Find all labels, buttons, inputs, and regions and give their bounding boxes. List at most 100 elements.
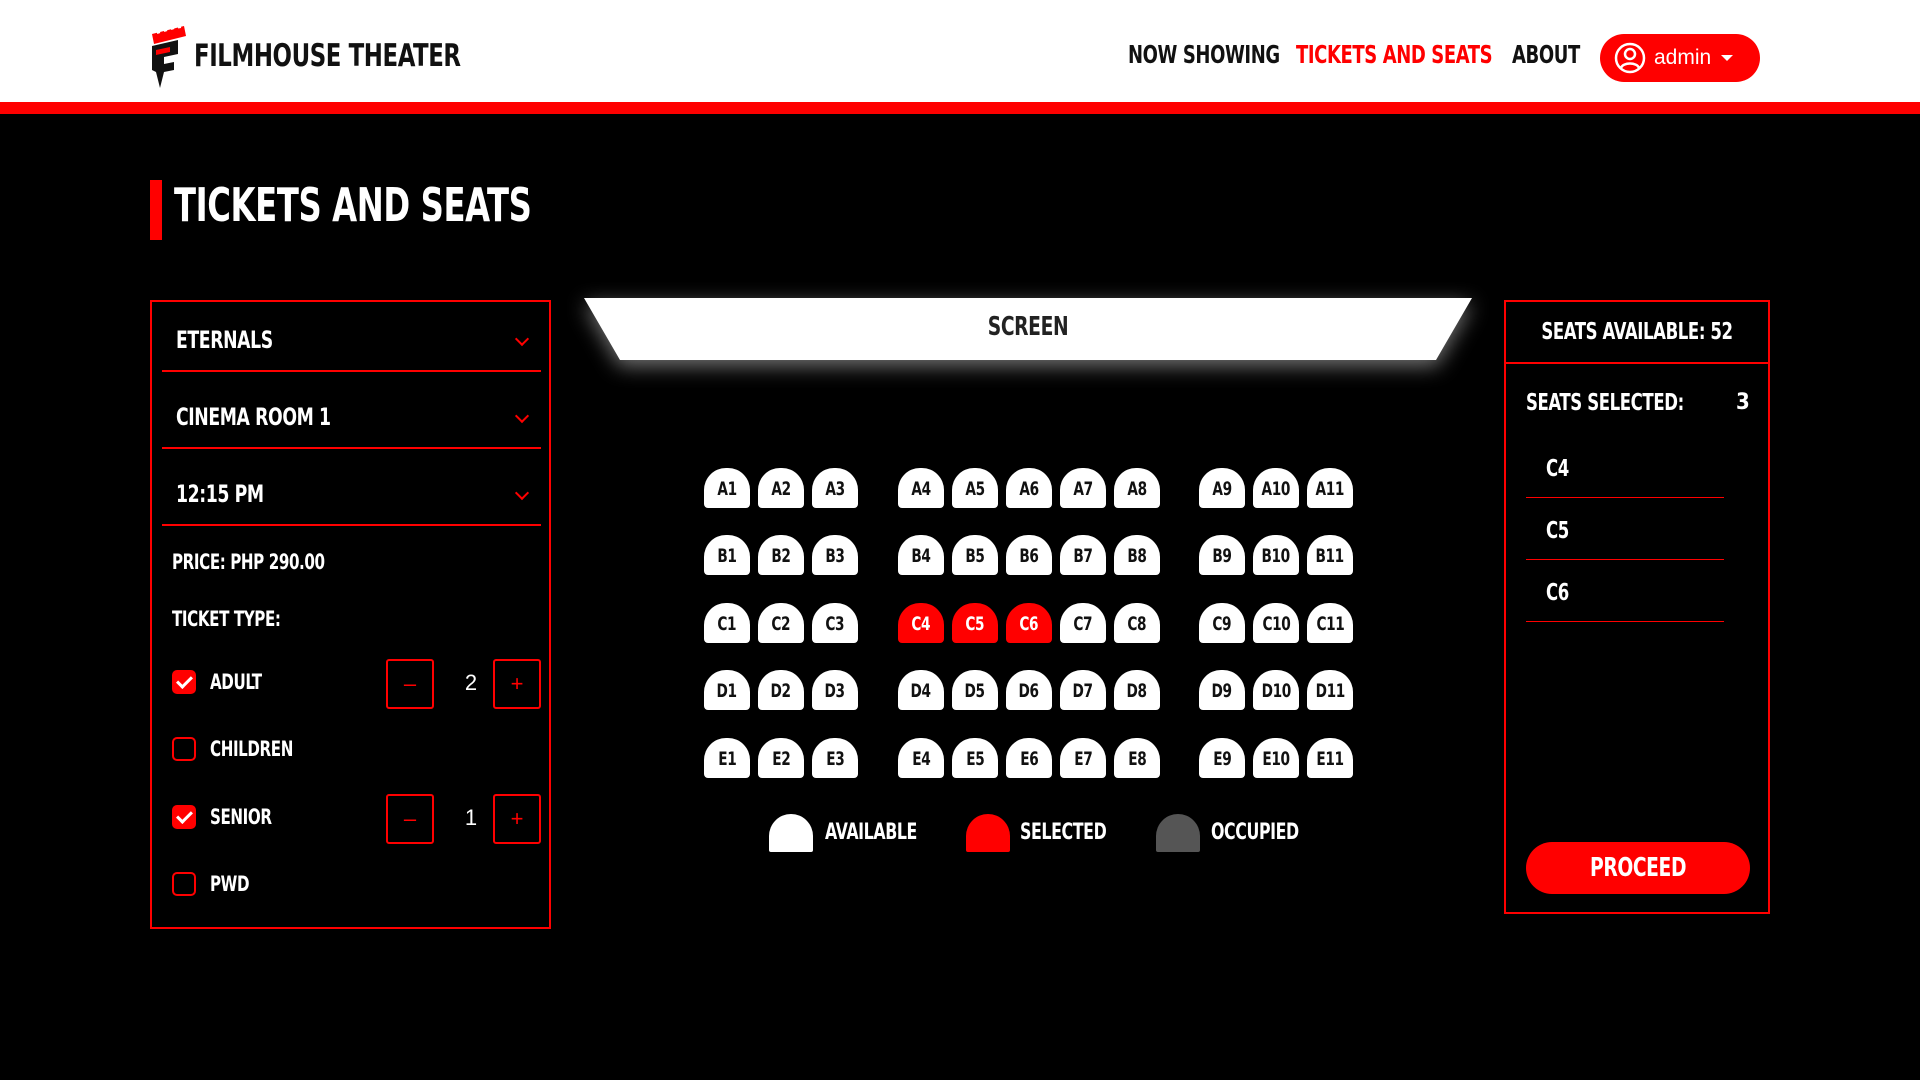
seat-b9[interactable]: B9 [1199, 535, 1245, 575]
seat-label: B10 [1261, 545, 1291, 567]
ticket-type-name: CHILDREN [210, 737, 293, 761]
seat-a3[interactable]: A3 [812, 468, 858, 508]
seat-a11[interactable]: A11 [1307, 468, 1353, 508]
seat-d9[interactable]: D9 [1199, 670, 1245, 710]
adult-decrement-button[interactable]: – [386, 659, 434, 709]
user-menu-button[interactable]: admin [1600, 34, 1760, 82]
seat-c9[interactable]: C9 [1199, 603, 1245, 643]
ticket-type-label: TICKET TYPE: [172, 607, 281, 631]
seat-e11[interactable]: E11 [1307, 738, 1353, 778]
pwd-checkbox[interactable] [172, 872, 196, 896]
time-select[interactable]: 12:15 PM [162, 460, 541, 526]
seat-b6[interactable]: B6 [1006, 535, 1052, 575]
seat-e10[interactable]: E10 [1253, 738, 1299, 778]
seat-label: C4 [911, 613, 931, 635]
brand-logo[interactable]: FILMHOUSE THEATER [148, 24, 519, 88]
seat-label: C6 [1019, 613, 1039, 635]
seat-c10[interactable]: C10 [1253, 603, 1299, 643]
seat-b10[interactable]: B10 [1253, 535, 1299, 575]
seat-d2[interactable]: D2 [758, 670, 804, 710]
seat-e9[interactable]: E9 [1199, 738, 1245, 778]
seat-d7[interactable]: D7 [1060, 670, 1106, 710]
seat-c5[interactable]: C5 [952, 603, 998, 643]
seat-a6[interactable]: A6 [1006, 468, 1052, 508]
seat-e1[interactable]: E1 [704, 738, 750, 778]
seat-b4[interactable]: B4 [898, 535, 944, 575]
seat-label: D11 [1315, 680, 1345, 702]
seat-e7[interactable]: E7 [1060, 738, 1106, 778]
seat-label: C1 [717, 613, 737, 635]
page-title: TICKETS AND SEATS [174, 178, 532, 232]
price-label: PRICE: PHP 290.00 [172, 550, 325, 574]
senior-increment-button[interactable]: + [493, 794, 541, 844]
seat-b2[interactable]: B2 [758, 535, 804, 575]
seat-d4[interactable]: D4 [898, 670, 944, 710]
seat-e3[interactable]: E3 [812, 738, 858, 778]
ticket-type-children: CHILDREN [172, 723, 542, 773]
seat-label: E5 [965, 748, 985, 770]
top-navbar: FILMHOUSE THEATER NOW SHOWING TICKETS AN… [0, 0, 1920, 114]
seat-label: E6 [1019, 748, 1039, 770]
nav-tickets-and-seats[interactable]: TICKETS AND SEATS [1296, 40, 1493, 69]
seat-a8[interactable]: A8 [1114, 468, 1160, 508]
seat-e5[interactable]: E5 [952, 738, 998, 778]
seat-b3[interactable]: B3 [812, 535, 858, 575]
senior-quantity: 1 [464, 805, 478, 830]
seat-d8[interactable]: D8 [1114, 670, 1160, 710]
seat-label: B1 [717, 545, 737, 567]
seat-a4[interactable]: A4 [898, 468, 944, 508]
seat-d1[interactable]: D1 [704, 670, 750, 710]
senior-decrement-button[interactable]: – [386, 794, 434, 844]
adult-checkbox[interactable] [172, 670, 196, 694]
seat-d10[interactable]: D10 [1253, 670, 1299, 710]
seat-e2[interactable]: E2 [758, 738, 804, 778]
seat-label: A8 [1127, 478, 1147, 500]
proceed-button[interactable]: PROCEED [1526, 842, 1750, 894]
seat-b1[interactable]: B1 [704, 535, 750, 575]
seat-a10[interactable]: A10 [1253, 468, 1299, 508]
seat-c8[interactable]: C8 [1114, 603, 1160, 643]
seat-label: E4 [911, 748, 931, 770]
seat-b5[interactable]: B5 [952, 535, 998, 575]
seat-c4[interactable]: C4 [898, 603, 944, 643]
children-checkbox[interactable] [172, 737, 196, 761]
nav-now-showing[interactable]: NOW SHOWING [1128, 40, 1280, 69]
adult-increment-button[interactable]: + [493, 659, 541, 709]
seat-d5[interactable]: D5 [952, 670, 998, 710]
seat-b7[interactable]: B7 [1060, 535, 1106, 575]
legend-available-swatch [769, 814, 813, 852]
title-accent-bar [150, 180, 162, 240]
seat-label: A4 [911, 478, 931, 500]
seat-d11[interactable]: D11 [1307, 670, 1353, 710]
selected-seat-item: C6 [1526, 560, 1724, 622]
seat-c1[interactable]: C1 [704, 603, 750, 643]
screen-label: SCREEN [987, 312, 1069, 342]
seat-label: B6 [1019, 545, 1039, 567]
seat-a9[interactable]: A9 [1199, 468, 1245, 508]
seat-label: C11 [1316, 613, 1344, 635]
cinema-select[interactable]: CINEMA ROOM 1 [162, 383, 541, 449]
seat-c3[interactable]: C3 [812, 603, 858, 643]
seat-c6[interactable]: C6 [1006, 603, 1052, 643]
senior-checkbox[interactable] [172, 805, 196, 829]
seat-a2[interactable]: A2 [758, 468, 804, 508]
seat-e6[interactable]: E6 [1006, 738, 1052, 778]
seat-b11[interactable]: B11 [1307, 535, 1353, 575]
seat-c11[interactable]: C11 [1307, 603, 1353, 643]
seat-c7[interactable]: C7 [1060, 603, 1106, 643]
seat-b8[interactable]: B8 [1114, 535, 1160, 575]
seat-e8[interactable]: E8 [1114, 738, 1160, 778]
seat-a5[interactable]: A5 [952, 468, 998, 508]
seat-e4[interactable]: E4 [898, 738, 944, 778]
seat-a7[interactable]: A7 [1060, 468, 1106, 508]
seat-label: E8 [1127, 748, 1147, 770]
adult-quantity: 2 [464, 670, 478, 695]
seat-c2[interactable]: C2 [758, 603, 804, 643]
seat-d3[interactable]: D3 [812, 670, 858, 710]
seat-d6[interactable]: D6 [1006, 670, 1052, 710]
seat-label: E1 [717, 748, 737, 770]
movie-select[interactable]: ETERNALS [162, 306, 541, 372]
user-name: admin [1654, 46, 1712, 69]
seat-a1[interactable]: A1 [704, 468, 750, 508]
nav-about[interactable]: ABOUT [1512, 40, 1580, 69]
